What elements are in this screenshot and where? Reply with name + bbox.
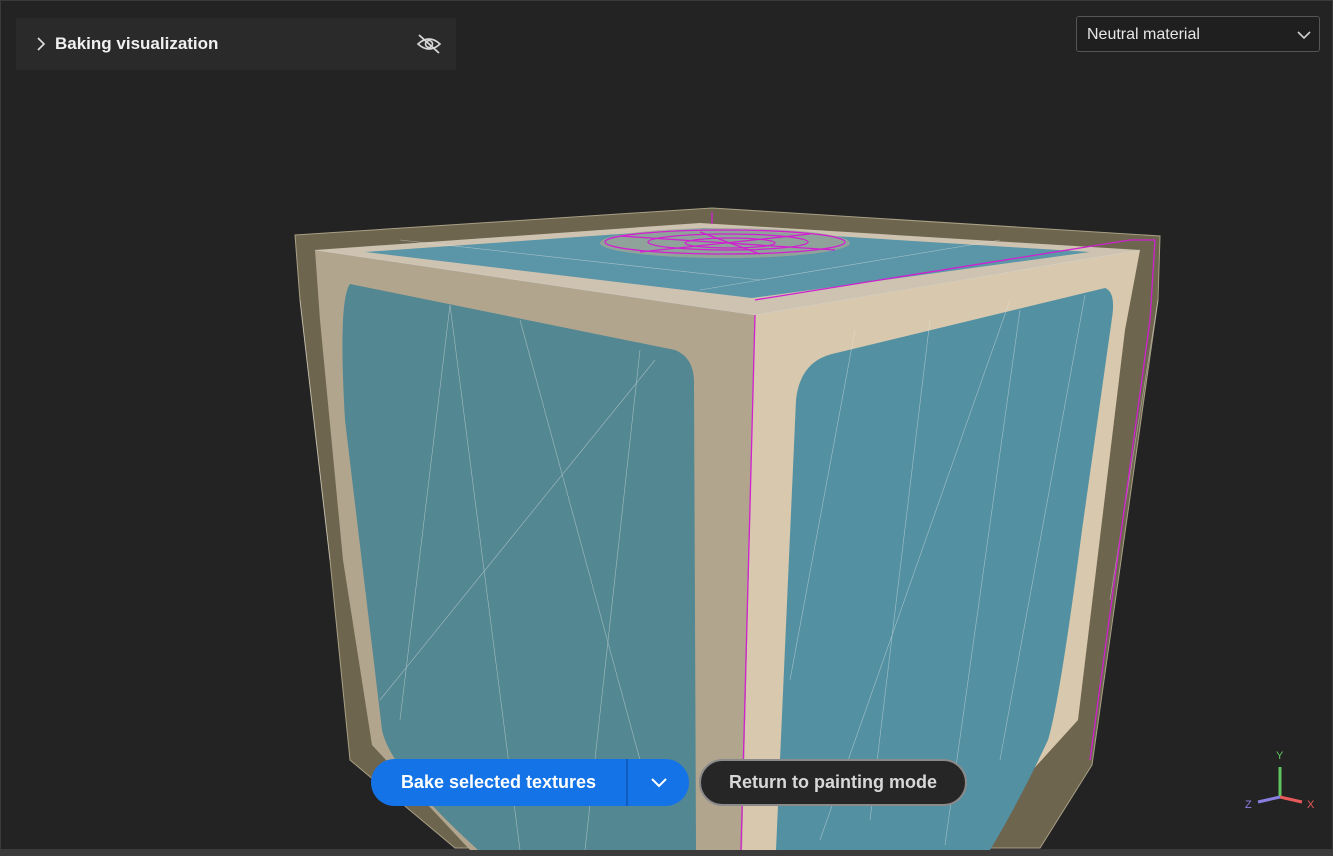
material-dropdown[interactable]: Neutral material: [1076, 16, 1320, 52]
bottom-status-strip: [0, 850, 1333, 856]
bake-selected-textures-button[interactable]: Bake selected textures: [371, 759, 626, 806]
mesh-scene[interactable]: [0, 0, 1333, 850]
material-dropdown-value: Neutral material: [1087, 26, 1200, 43]
x-axis-label: X: [1307, 799, 1315, 811]
return-to-painting-mode-button[interactable]: Return to painting mode: [699, 759, 967, 806]
chevron-right-icon[interactable]: [34, 35, 48, 53]
bake-split-button: Bake selected textures: [371, 759, 689, 806]
y-axis-label: Y: [1276, 750, 1284, 762]
z-axis-line: [1257, 795, 1281, 804]
z-axis-label: Z: [1245, 799, 1252, 811]
bake-options-button[interactable]: [628, 759, 689, 806]
chevron-down-icon: [1297, 27, 1311, 45]
axis-gizmo: Y X Z: [1245, 750, 1315, 811]
baking-visualization-title[interactable]: Baking visualization: [55, 34, 218, 54]
x-axis-line: [1279, 795, 1303, 804]
eye-off-icon[interactable]: [414, 30, 444, 58]
chevron-down-icon: [650, 777, 667, 787]
baking-visualization-panel: Baking visualization: [16, 18, 456, 70]
